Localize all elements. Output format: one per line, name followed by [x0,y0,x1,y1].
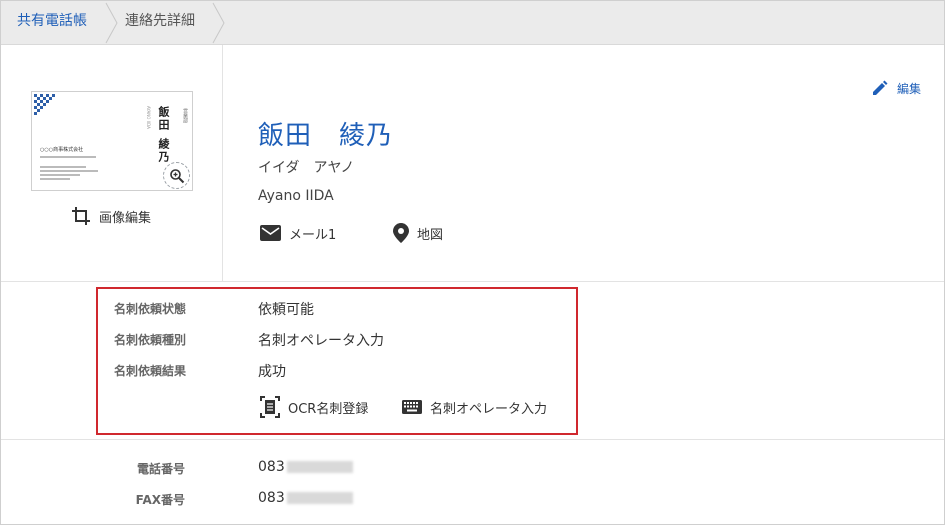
fax-value: 083 [258,490,353,506]
email-label: メール1 [289,227,337,243]
breadcrumb-contact-detail: 連絡先詳細 [125,13,195,29]
contact-roman-name: Ayano IIDA [258,188,334,204]
section-divider [1,281,944,282]
breadcrumb-separator-icon [212,1,226,45]
card-company: ○○○商事株式会社 [40,147,84,153]
card-text-line [40,174,80,176]
card-logo-pattern [34,94,55,115]
card-position: 営業部 [182,108,188,123]
card-text-line [40,178,70,180]
pencil-icon [873,80,888,95]
fax-label: FAX番号 [135,493,185,507]
edit-button[interactable]: 編集 [871,79,921,97]
card-kana: AYANO IIDA [146,106,151,129]
breadcrumb: 共有電話帳 連絡先詳細 [1,1,944,45]
highlight-box [96,287,578,435]
breadcrumb-shared-phonebook[interactable]: 共有電話帳 [17,1,87,45]
card-text-line [40,166,86,168]
tel-number: 083 [258,459,285,475]
card-name: 飯田 綾乃 [157,106,170,164]
contact-name: 飯田 綾乃 [258,121,394,151]
card-text-line [40,170,98,172]
map-link[interactable]: 地図 [393,222,443,244]
zoom-in-icon [170,169,185,184]
tel-label: 電話番号 [136,462,185,476]
mail-icon [260,225,281,241]
column-divider [222,45,223,281]
image-edit-button[interactable]: 画像編集 [71,206,151,226]
card-text-line [40,156,96,158]
section-divider [1,439,944,440]
image-edit-label: 画像編集 [99,210,152,226]
contact-kana: イイダ アヤノ [258,160,355,176]
crop-icon [72,207,90,225]
email-link[interactable]: メール1 [260,222,336,244]
location-pin-icon [393,223,409,243]
zoom-in-button[interactable] [163,162,190,189]
fax-redacted [286,492,353,504]
edit-label: 編集 [897,81,922,96]
fax-number: 083 [258,490,285,506]
breadcrumb-separator-icon [105,1,119,45]
map-label: 地図 [417,227,444,243]
contact-detail-window: 共有電話帳 連絡先詳細 営業部 飯田 綾乃 AYANO IIDA ○○○商事株式… [0,0,945,525]
tel-value: 083 [258,459,353,475]
tel-redacted [286,461,353,473]
